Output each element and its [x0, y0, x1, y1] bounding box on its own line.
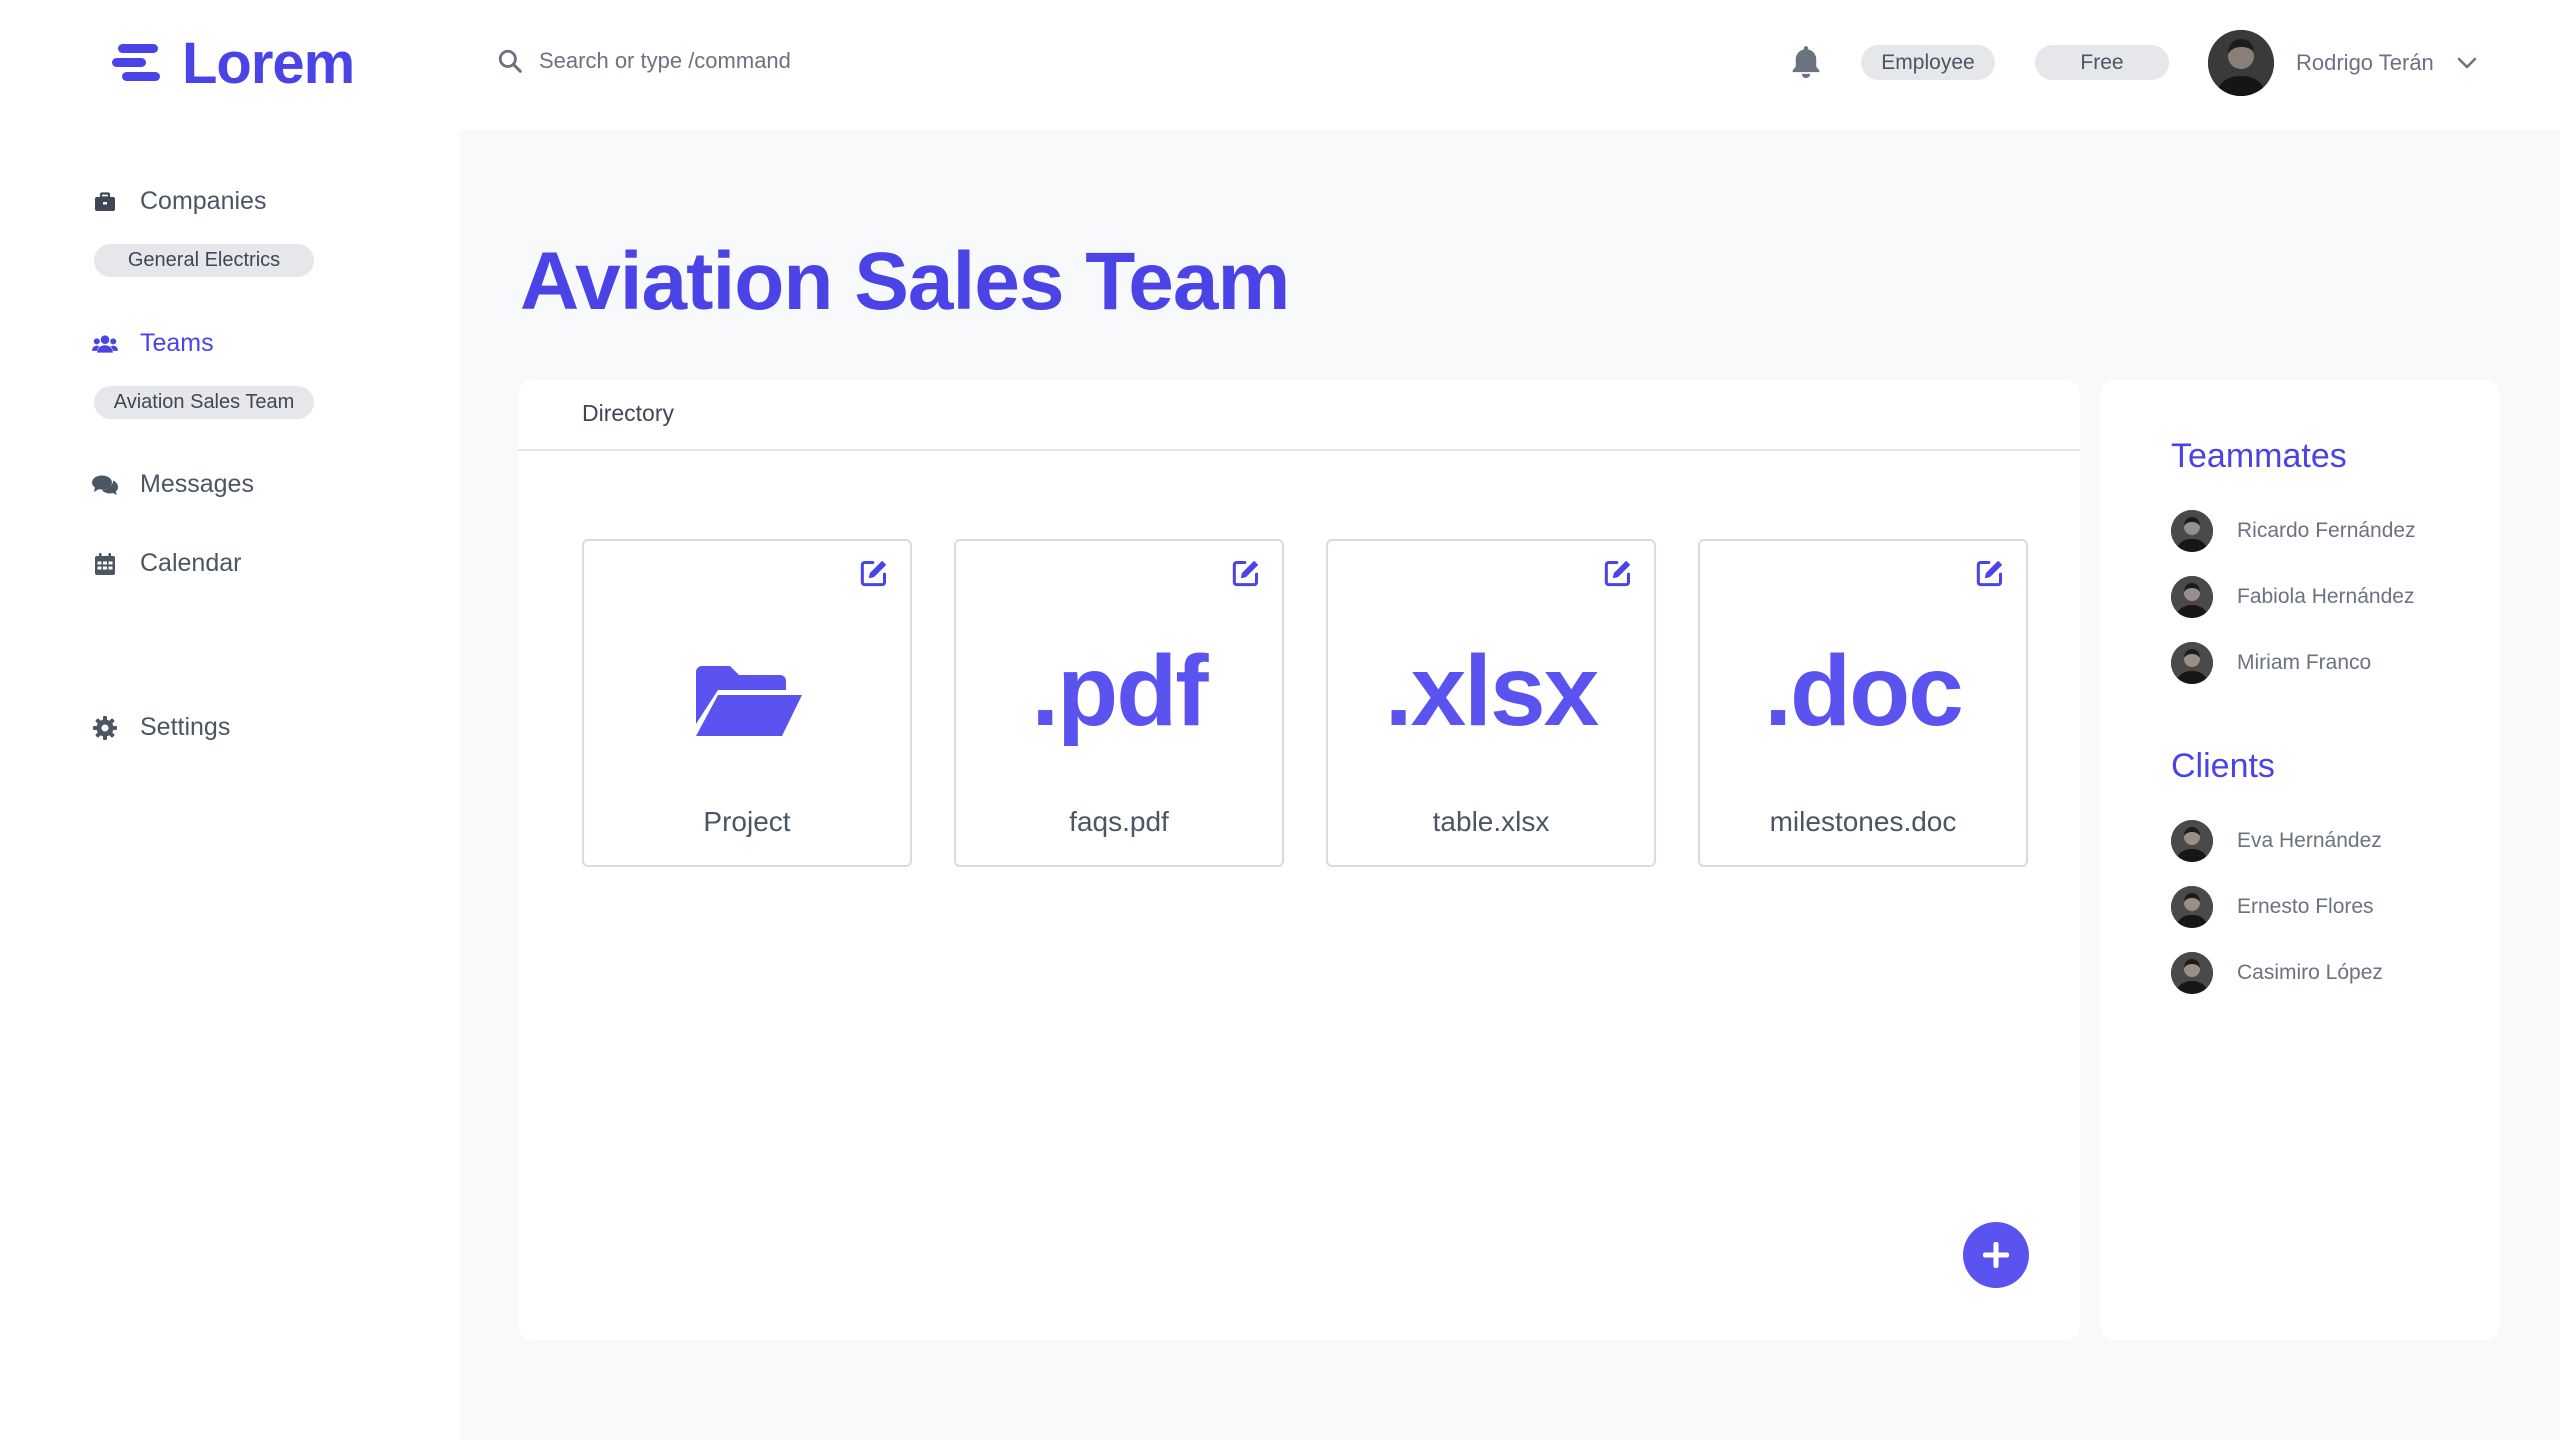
- chat-bubbles-icon: [92, 472, 118, 498]
- edit-icon[interactable]: [1604, 559, 1632, 587]
- file-extension: .doc: [1764, 635, 1964, 747]
- sidebar-item-calendar[interactable]: Calendar: [92, 549, 241, 578]
- edit-icon[interactable]: [1976, 559, 2004, 587]
- search-input[interactable]: Search or type /command: [539, 48, 791, 74]
- people-panel: Teammates Ricardo Fernández Fabiola Hern…: [2100, 380, 2500, 1340]
- role-badge[interactable]: Employee: [1861, 45, 1995, 80]
- avatar: [2171, 820, 2213, 862]
- file-card-xlsx[interactable]: .xlsx table.xlsx: [1326, 539, 1656, 867]
- users-icon: [92, 331, 118, 357]
- gear-icon: [92, 715, 118, 741]
- sidebar-item-label: Teams: [140, 329, 214, 357]
- top-bar: Lorem Search or type /command Employee F…: [0, 0, 2560, 130]
- avatar: [2171, 642, 2213, 684]
- plan-badge[interactable]: Free: [2035, 45, 2169, 80]
- edit-icon[interactable]: [860, 559, 888, 587]
- teammates-heading: Teammates: [2171, 437, 2347, 475]
- person-name: Ricardo Fernández: [2237, 519, 2416, 542]
- sidebar-item-label: Companies: [140, 187, 267, 215]
- clients-heading: Clients: [2171, 747, 2275, 785]
- teammate-item[interactable]: Ricardo Fernández: [2171, 510, 2416, 552]
- teammate-item[interactable]: Miriam Franco: [2171, 642, 2371, 684]
- file-card-doc[interactable]: .doc milestones.doc: [1698, 539, 2028, 867]
- file-card-project[interactable]: Project: [582, 539, 912, 867]
- user-menu[interactable]: Rodrigo Terán: [2208, 30, 2478, 96]
- logo-mark-icon: [112, 44, 160, 82]
- edit-icon[interactable]: [1232, 559, 1260, 587]
- directory-panel: Directory Project .pdf faqs.pdf .xlsx ta…: [518, 380, 2080, 1340]
- calendar-icon: [92, 551, 118, 577]
- tab-directory[interactable]: Directory: [582, 400, 674, 427]
- teammate-item[interactable]: Fabiola Hernández: [2171, 576, 2414, 618]
- file-extension: .pdf: [1031, 635, 1208, 747]
- file-name: faqs.pdf: [1069, 806, 1169, 837]
- sidebar-item-label: Calendar: [140, 549, 242, 577]
- sidebar-item-settings[interactable]: Settings: [92, 713, 230, 742]
- app-root: Lorem Search or type /command Employee F…: [0, 0, 2560, 1440]
- search-bar[interactable]: Search or type /command: [497, 48, 791, 74]
- avatar: [2171, 510, 2213, 552]
- file-name: table.xlsx: [1432, 806, 1550, 837]
- file-name: Project: [703, 806, 791, 837]
- person-name: Fabiola Hernández: [2237, 585, 2415, 608]
- sidebar-item-label: Messages: [140, 470, 254, 498]
- sidebar-item-companies[interactable]: Companies: [92, 187, 266, 216]
- sidebar-item-label: Settings: [140, 713, 231, 741]
- selected-team-chip[interactable]: Aviation Sales Team: [94, 386, 314, 419]
- briefcase-icon: [92, 189, 118, 215]
- avatar: [2208, 30, 2274, 96]
- plus-icon: [1983, 1242, 2009, 1268]
- sidebar-item-teams[interactable]: Teams: [92, 329, 214, 358]
- avatar: [2171, 576, 2213, 618]
- person-name: Ernesto Flores: [2237, 895, 2374, 918]
- tab-divider: [518, 449, 2080, 451]
- file-name: milestones.doc: [1769, 806, 1957, 837]
- app-name: Lorem: [182, 30, 355, 96]
- sidebar-item-messages[interactable]: Messages: [92, 470, 254, 499]
- file-card-pdf[interactable]: .pdf faqs.pdf: [954, 539, 1284, 867]
- chevron-down-icon[interactable]: [2456, 56, 2478, 70]
- main-content: Aviation Sales Team Directory Project .p…: [460, 130, 2560, 1440]
- bell-icon[interactable]: [1789, 44, 1823, 80]
- person-name: Casimiro López: [2237, 961, 2383, 984]
- user-name: Rodrigo Terán: [2296, 50, 2434, 75]
- client-item[interactable]: Casimiro López: [2171, 952, 2383, 994]
- selected-company-chip[interactable]: General Electrics: [94, 244, 314, 277]
- search-icon: [498, 49, 522, 73]
- page-title: Aviation Sales Team: [520, 236, 1290, 327]
- app-logo[interactable]: Lorem: [112, 30, 355, 96]
- file-extension: .xlsx: [1384, 635, 1599, 747]
- person-name: Eva Hernández: [2237, 829, 2382, 852]
- avatar: [2171, 886, 2213, 928]
- client-item[interactable]: Eva Hernández: [2171, 820, 2382, 862]
- folder-open-icon: [696, 666, 802, 736]
- add-file-button[interactable]: [1963, 1222, 2029, 1288]
- client-item[interactable]: Ernesto Flores: [2171, 886, 2374, 928]
- person-name: Miriam Franco: [2237, 651, 2372, 674]
- avatar: [2171, 952, 2213, 994]
- sidebar: Companies General Electrics Teams Aviati…: [0, 130, 460, 1440]
